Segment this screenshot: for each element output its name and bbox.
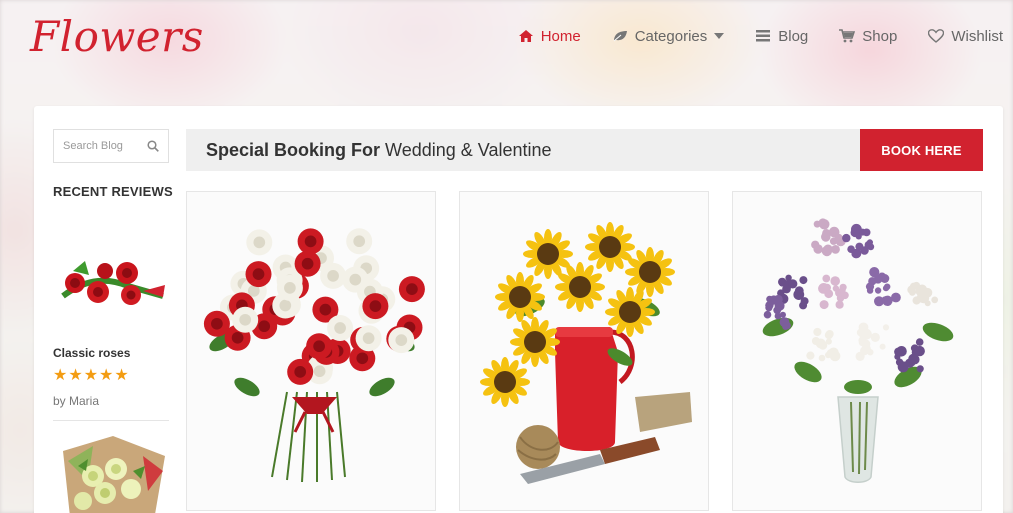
star-icon: ★ bbox=[68, 367, 83, 384]
site-header: Flowers Home Categories Blog Shop Wishli… bbox=[0, 0, 1013, 78]
banner-bold-text: Special Booking For bbox=[206, 140, 381, 160]
nav-categories-label: Categories bbox=[634, 27, 708, 45]
main-nav: Home Categories Blog Shop Wishlist bbox=[518, 26, 1003, 46]
caret-down-icon bbox=[714, 33, 725, 39]
review-title[interactable]: Classic roses bbox=[53, 346, 130, 360]
nav-categories[interactable]: Categories bbox=[612, 26, 725, 46]
review-thumbnail-roses[interactable] bbox=[53, 241, 169, 321]
cart-icon bbox=[839, 29, 856, 43]
star-icon: ★ bbox=[114, 367, 129, 384]
review-thumbnail-bouquet[interactable] bbox=[53, 431, 169, 513]
banner-text: Special Booking For Wedding & Valentine bbox=[206, 140, 552, 161]
book-here-button[interactable]: BOOK HERE bbox=[860, 129, 983, 171]
divider bbox=[53, 420, 169, 421]
nav-wishlist[interactable]: Wishlist bbox=[928, 26, 1003, 46]
review-rating: ★ ★ ★ ★ ★ bbox=[53, 368, 129, 384]
rose-bouquet-image bbox=[187, 192, 435, 510]
product-card-roses[interactable] bbox=[186, 191, 436, 511]
booking-banner: Special Booking For Wedding & Valentine … bbox=[186, 129, 983, 171]
product-card-lilacs[interactable] bbox=[732, 191, 982, 511]
recent-reviews-heading: RECENT REVIEWS bbox=[53, 184, 173, 199]
leaf-icon bbox=[613, 31, 627, 42]
list-icon bbox=[756, 30, 771, 42]
star-icon: ★ bbox=[83, 367, 99, 384]
home-icon bbox=[518, 30, 533, 42]
search-input[interactable] bbox=[54, 130, 142, 162]
blog-search bbox=[53, 129, 169, 163]
nav-home[interactable]: Home bbox=[518, 26, 581, 46]
banner-occasions: Wedding & Valentine bbox=[385, 140, 552, 160]
product-card-sunflowers[interactable] bbox=[459, 191, 709, 511]
nav-wishlist-label: Wishlist bbox=[951, 27, 1003, 45]
nav-blog-label: Blog bbox=[778, 27, 809, 45]
nav-shop[interactable]: Shop bbox=[839, 26, 897, 46]
search-icon[interactable] bbox=[147, 140, 159, 152]
review-author: by Maria bbox=[53, 394, 100, 408]
lilac-vase-image bbox=[733, 192, 981, 510]
nav-blog[interactable]: Blog bbox=[755, 26, 808, 46]
content-card: RECENT REVIEWS Classic roses ★ ★ ★ ★ ★ b… bbox=[34, 106, 1003, 513]
nav-shop-label: Shop bbox=[862, 27, 898, 45]
sunflower-vase-image bbox=[460, 192, 708, 510]
star-icon: ★ bbox=[53, 367, 68, 384]
site-logo[interactable]: Flowers bbox=[30, 12, 204, 61]
star-icon: ★ bbox=[99, 367, 114, 384]
heart-icon bbox=[928, 29, 945, 43]
nav-home-label: Home bbox=[540, 27, 581, 45]
